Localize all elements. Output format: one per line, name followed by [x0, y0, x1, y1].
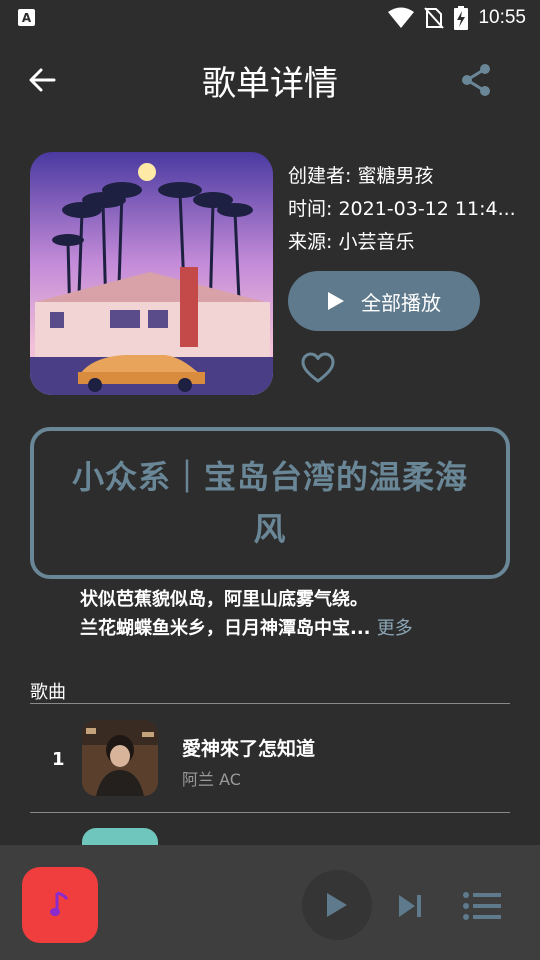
wifi-icon [388, 7, 415, 28]
description-line-1: 状似芭蕉貌似岛，阿里山底雾气绕。 [80, 589, 368, 610]
section-divider [30, 703, 510, 704]
play-icon [328, 292, 344, 310]
notification-a-icon: A [18, 9, 35, 26]
play-all-button[interactable]: 全部播放 [288, 271, 480, 331]
cover-artwork [30, 152, 273, 395]
creator-text: 创建者: 蜜糖男孩 [288, 165, 434, 187]
play-icon [327, 893, 347, 917]
battery-charging-icon [454, 6, 469, 30]
player-cover[interactable] [22, 867, 98, 943]
song-artist: 阿兰 AC [182, 770, 241, 789]
status-time: 10:55 [478, 7, 526, 28]
no-sim-icon [424, 7, 445, 29]
share-button[interactable] [456, 60, 496, 100]
mini-player [0, 845, 540, 960]
more-link[interactable]: 更多 [377, 618, 413, 639]
status-icons: 10:55 [388, 4, 526, 32]
player-next-button[interactable] [394, 890, 426, 922]
favorite-button[interactable] [300, 350, 336, 386]
player-queue-button[interactable] [462, 889, 502, 923]
created-time-text: 时间: 2021-03-12 11:4... [288, 198, 516, 220]
songs-section-label: 歌曲 [30, 682, 66, 703]
song-artwork [82, 720, 158, 796]
playlist-title-box: 小众系｜宝岛台湾的温柔海风 [30, 427, 510, 579]
heart-outline-icon [301, 352, 335, 383]
player-play-button[interactable] [302, 870, 372, 940]
playlist-cover [30, 152, 273, 395]
description-line-2: 兰花蝴蝶鱼米乡，日月神潭岛中宝... [80, 618, 371, 639]
playlist-meta: 创建者: 蜜糖男孩 时间: 2021-03-12 11:4... 来源: 小芸音… [288, 160, 518, 259]
song-title: 愛神來了怎知道 [182, 738, 316, 760]
playlist-title: 小众系｜宝岛台湾的温柔海风 [71, 458, 468, 548]
app-bar: 歌单详情 [0, 40, 540, 120]
share-icon [462, 64, 490, 96]
playlist-queue-icon [463, 892, 501, 920]
row-divider [30, 812, 510, 813]
play-all-label: 全部播放 [361, 290, 441, 315]
song-row[interactable]: 1 愛神來了怎知道 阿兰 AC [30, 712, 510, 810]
music-note-icon [50, 891, 69, 916]
song-index: 1 [52, 749, 65, 770]
status-bar: A 10:55 [0, 0, 540, 36]
source-text: 来源: 小芸音乐 [288, 231, 415, 253]
playlist-description: 状似芭蕉貌似岛，阿里山底雾气绕。 兰花蝴蝶鱼米乡，日月神潭岛中宝... 更多 [80, 585, 480, 643]
skip-next-icon [399, 895, 421, 917]
song-thumbnail [82, 720, 158, 796]
